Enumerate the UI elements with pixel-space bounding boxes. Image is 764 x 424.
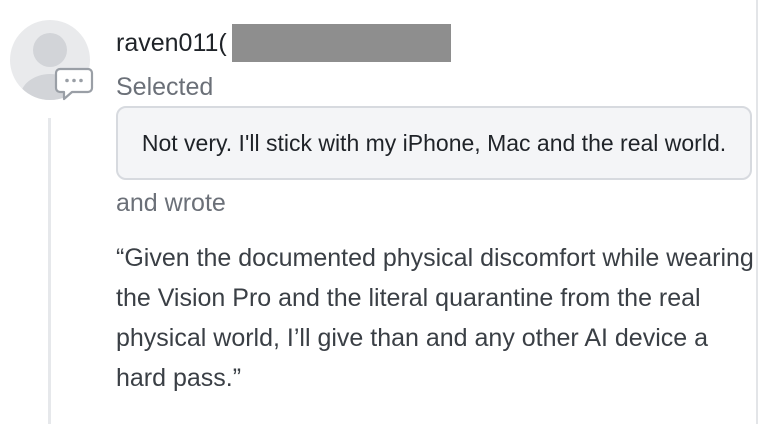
thread-line xyxy=(48,118,51,424)
wrote-label: and wrote xyxy=(116,189,226,217)
selected-option-text: Not very. I'll stick with my iPhone, Mac… xyxy=(141,129,727,156)
comment-quote: “Given the documented physical discomfor… xyxy=(116,244,754,392)
redaction-bar xyxy=(232,24,451,62)
selected-label: Selected xyxy=(116,73,214,101)
speech-bubble-icon xyxy=(54,63,94,103)
username-link[interactable]: raven011( xyxy=(116,26,227,60)
selected-poll-option: Not very. I'll stick with my iPhone, Mac… xyxy=(116,106,752,180)
